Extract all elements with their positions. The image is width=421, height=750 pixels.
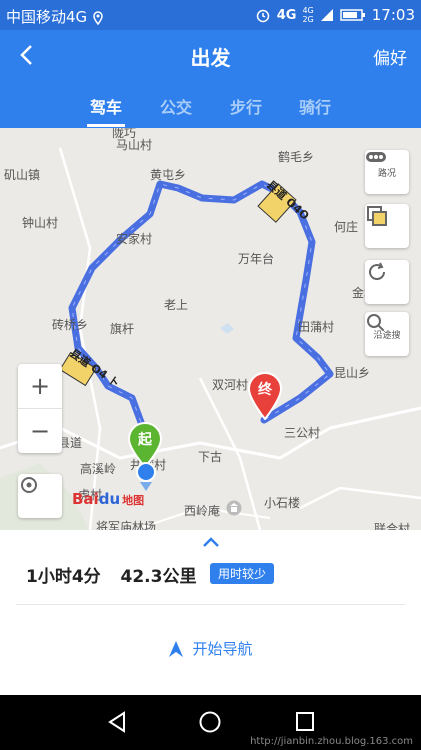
logo-bai: Bai [72, 490, 99, 508]
place-label: 西岭庵 [184, 504, 221, 518]
chevron-up-icon[interactable] [199, 534, 223, 550]
tab-bike[interactable]: 骑行 [299, 94, 331, 118]
alarm-icon [256, 9, 269, 23]
place-label: 高溪岭 [80, 462, 117, 476]
route-duration: 1小时4分 [26, 567, 101, 587]
zoom-controls: + − [18, 364, 62, 453]
zoom-in-button[interactable]: + [18, 364, 62, 408]
place-label: 砖桥乡 [52, 318, 89, 332]
end-marker[interactable]: 终 [248, 372, 282, 420]
page-title: 出发 [190, 46, 231, 70]
network-4g-label: 4G [276, 7, 297, 23]
recent-apps-icon[interactable] [294, 710, 316, 734]
preference-button[interactable]: 偏好 [373, 44, 407, 69]
battery-icon [340, 9, 365, 21]
place-label: 双河村 [212, 378, 249, 392]
place-label: 何庄 [334, 220, 359, 234]
logo-map: 地图 [122, 494, 145, 507]
system-nav-bar: http://jianbin.zhou.blog.163.com [0, 695, 421, 750]
layers-icon [367, 206, 387, 226]
place-label: 小石楼 [264, 496, 301, 510]
tab-drive[interactable]: 驾车 [86, 94, 126, 127]
locate-me-button[interactable] [18, 474, 62, 518]
route-header: 出发 偏好 驾车 公交 步行 骑行 [0, 30, 421, 128]
signal-icon [320, 9, 333, 21]
place-label: 鹤毛乡 [278, 150, 315, 164]
crosshair-icon [21, 477, 37, 493]
place-label: 下古 [198, 450, 223, 464]
traffic-button[interactable]: 路况 [365, 150, 409, 194]
back-triangle-icon[interactable] [106, 710, 128, 734]
refresh-button[interactable] [365, 260, 409, 304]
end-marker-label: 终 [258, 382, 272, 398]
place-label: 旗杆 [110, 322, 135, 336]
start-navigation-label: 开始导航 [192, 640, 253, 658]
logo-du: du [98, 490, 121, 508]
place-label: 马山村 [116, 138, 153, 152]
layers-button[interactable] [365, 204, 409, 248]
tab-walk[interactable]: 步行 [230, 94, 262, 118]
location-icon [93, 10, 103, 25]
status-bar: 中国移动4G 4G 4G 2G 17:03 [0, 0, 421, 30]
map-view[interactable]: 县道 O4O 县道 O4 ト 陇巧 马山村 鹤毛乡 黄屯乡 仓家 矶山镇 钟山村… [0, 128, 421, 530]
place-label: 万年台 [238, 252, 275, 266]
transport-tabs: 驾车 公交 步行 骑行 [0, 90, 421, 128]
place-label: 钟山村 [22, 216, 59, 230]
route-summary: 1小时4分 42.3公里 [26, 562, 196, 587]
place-label: 三公村 [284, 426, 321, 440]
traffic-icon [366, 152, 386, 162]
home-circle-icon[interactable] [198, 710, 222, 734]
place-label: 昆山乡 [334, 366, 371, 380]
place-label: 将军庙林场 [96, 520, 157, 530]
route-summary-panel: 1小时4分 42.3公里 用时较少 开始导航 [0, 530, 421, 695]
refresh-icon [369, 262, 386, 281]
navigation-arrow-icon [169, 640, 184, 657]
along-route-search-button[interactable]: 沿途搜 [365, 312, 409, 356]
route-line [68, 180, 334, 437]
carrier-label: 中国移动4G [6, 8, 88, 26]
watermark: http://jianbin.zhou.blog.163.com [250, 736, 413, 747]
tab-transit[interactable]: 公交 [160, 94, 192, 118]
place-label: 田蒲村 [298, 320, 335, 334]
zoom-out-button[interactable]: − [18, 409, 62, 453]
network-top-label: 4G [302, 6, 314, 15]
start-navigation-button[interactable]: 开始导航 [0, 638, 421, 659]
current-location-icon [136, 462, 156, 491]
place-label: 安家村 [116, 232, 153, 246]
place-label: 老上 [164, 298, 189, 312]
route-tag: 用时较少 [210, 563, 275, 584]
place-label: 黄屯乡 [150, 168, 187, 182]
traffic-label: 路况 [377, 168, 396, 179]
start-marker-label: 起 [138, 432, 152, 448]
place-label: 联合村 [374, 522, 411, 530]
temple-icon [226, 500, 242, 516]
magnifier-icon [367, 314, 385, 332]
baidu-map-logo: Baidu 地图 [72, 490, 144, 508]
divider [16, 604, 405, 605]
clock: 17:03 [371, 6, 415, 24]
network-bottom-label: 2G [302, 15, 314, 24]
route-distance: 42.3公里 [120, 567, 197, 587]
place-label: 矶山镇 [4, 168, 41, 182]
